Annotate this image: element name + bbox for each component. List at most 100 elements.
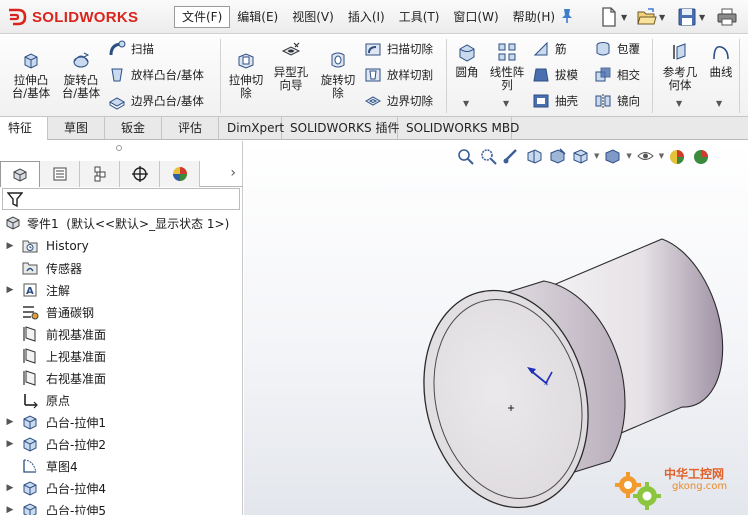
wrap-button[interactable]: 包覆 (594, 38, 640, 60)
solidworks-logo[interactable]: SOLIDWORKS (6, 4, 156, 30)
tree-node[interactable]: ▶ History (0, 235, 243, 257)
revolve-boss-button[interactable]: 旋转凸 台/基体 (56, 49, 106, 100)
tree-node-label: 右视基准面 (46, 371, 107, 386)
tab-dimxpertmanager[interactable] (120, 161, 160, 187)
expand-arrow-icon[interactable]: ▶ (0, 483, 20, 493)
expand-arrow-icon[interactable]: ▶ (0, 417, 20, 427)
pin-menu-icon[interactable] (560, 8, 574, 24)
intersect-button[interactable]: 相交 (594, 64, 640, 86)
expand-arrow-icon[interactable]: ▶ (0, 241, 20, 251)
tree-node[interactable]: ▶ A 注解 (0, 279, 243, 301)
tree-node[interactable]: 传感器 (0, 257, 243, 279)
feature-tree-icon (13, 167, 27, 182)
loft-boss-button[interactable]: 放样凸台/基体 (108, 64, 204, 86)
extrude-feature-icon (23, 503, 37, 515)
lofted-cut-label: 放样切割 (387, 68, 433, 82)
print-button[interactable] (716, 5, 738, 29)
swept-cut-button[interactable]: 扫描切除 (364, 38, 433, 60)
appearance-icon (172, 167, 187, 181)
expand-arrow-icon[interactable]: ▶ (0, 285, 20, 295)
tree-node-label: 凸台-拉伸2 (46, 437, 106, 452)
tree-node-label: 注解 (46, 283, 71, 298)
tree-node-label: 凸台-拉伸1 (46, 415, 106, 430)
tab-sheet-metal[interactable]: 钣金 (105, 117, 162, 139)
tree-node[interactable]: 右视基准面 (0, 367, 243, 389)
hole-wizard-button[interactable]: 异型孔 向导 (268, 41, 314, 92)
graphics-area[interactable]: ▼ ▼ ▼ * 中华工控网 gkong.com (244, 141, 748, 515)
reference-geometry-button[interactable]: 参考几 何体 (656, 41, 704, 92)
chevron-down-icon[interactable]: ▼ (503, 99, 509, 108)
revolve-cut-button[interactable]: 旋转切 除 (316, 49, 360, 100)
ribbon-separator (739, 39, 740, 113)
tab-propertymanager[interactable] (40, 161, 80, 187)
fillet-button[interactable]: 圆角 (450, 41, 484, 79)
tree-node[interactable]: ▶ 凸台-拉伸1 (0, 411, 243, 433)
extrude-boss-icon (24, 53, 38, 69)
save-button[interactable]: ▼ (676, 5, 705, 29)
tree-filter[interactable] (2, 188, 240, 210)
chevron-down-icon[interactable]: ▼ (676, 99, 682, 108)
boundary-boss-button[interactable]: 边界凸台/基体 (108, 90, 204, 112)
linear-pattern-button[interactable]: 线性阵 列 (486, 41, 528, 92)
extrude-feature-icon (23, 481, 37, 496)
tab-features[interactable]: 特征 (0, 117, 48, 140)
tab-dimxpert[interactable]: DimXpert (219, 117, 284, 139)
menu-help[interactable]: 帮助(H) (506, 6, 562, 28)
tree-node[interactable]: ▶ 凸台-拉伸5 (0, 499, 243, 515)
mirror-button[interactable]: 镜向 (594, 90, 640, 112)
tree-node[interactable]: 普通碳钢 (0, 301, 243, 323)
boundary-boss-icon (108, 97, 126, 110)
mirror-label: 镜向 (617, 94, 640, 108)
plane-icon (23, 370, 36, 386)
tree-node[interactable]: 原点 (0, 389, 243, 411)
tree-node[interactable]: ▶ 凸台-拉伸2 (0, 433, 243, 455)
panel-grip[interactable] (116, 145, 122, 151)
menu-view[interactable]: 视图(V) (285, 6, 341, 28)
tree-node[interactable]: 上视基准面 (0, 345, 243, 367)
tab-solidworks-addins[interactable]: SOLIDWORKS 插件 (282, 117, 399, 139)
commandmanager-tabs: 特征 草图 钣金 评估 DimXpert SOLIDWORKS 插件 SOLID… (0, 117, 748, 140)
extrude-boss-button[interactable]: 拉伸凸 台/基体 (6, 49, 56, 100)
tab-solidworks-mbd[interactable]: SOLIDWORKS MBD (398, 117, 519, 139)
lofted-cut-button[interactable]: 放样切割 (364, 64, 433, 86)
curves-button[interactable]: 曲线 (705, 41, 737, 79)
watermark-url: gkong.com (672, 481, 728, 492)
wrap-icon (596, 42, 610, 56)
menu-insert[interactable]: 插入(I) (341, 6, 392, 28)
extrude-cut-button[interactable]: 拉伸切 除 (224, 49, 268, 100)
filter-icon (7, 192, 23, 208)
tab-displaymanager[interactable] (160, 161, 200, 187)
sweep-button[interactable]: 扫描 (108, 38, 154, 60)
expand-arrow-icon[interactable]: ▶ (0, 439, 20, 449)
tree-node[interactable]: 前视基准面 (0, 323, 243, 345)
menu-file[interactable]: 文件(F) (174, 6, 231, 28)
shell-icon (533, 94, 549, 108)
tab-configurationmanager[interactable] (80, 161, 120, 187)
tree-node[interactable]: ▶ 凸台-拉伸4 (0, 477, 243, 499)
tree-node[interactable]: 草图4 (0, 455, 243, 477)
tab-featuremanager[interactable] (0, 161, 40, 187)
new-document-button[interactable]: ▼ (598, 5, 627, 29)
expand-arrow-icon[interactable]: ▶ (0, 505, 20, 515)
boundary-cut-icon (364, 96, 382, 106)
part-root-node[interactable]: 零件1 (默认<<默认>_显示状态 1>) (4, 213, 229, 233)
menu-tools[interactable]: 工具(T) (392, 6, 447, 28)
shell-button[interactable]: 抽壳 (532, 90, 578, 112)
open-document-button[interactable]: ▼ (636, 5, 665, 29)
chevron-down-icon[interactable]: ▼ (716, 99, 722, 108)
chevron-down-icon[interactable]: ▼ (463, 99, 469, 108)
draft-button[interactable]: 拔模 (532, 64, 578, 86)
tab-evaluate[interactable]: 评估 (162, 117, 219, 139)
menu-edit[interactable]: 编辑(E) (230, 6, 285, 28)
revolve-boss-icon (73, 52, 90, 68)
revolve-cut-icon (331, 52, 345, 68)
menu-window[interactable]: 窗口(W) (446, 6, 505, 28)
extrude-cut-label: 拉伸切 除 (228, 73, 264, 100)
chevron-right-icon[interactable]: › (230, 165, 236, 181)
boundary-cut-button[interactable]: 边界切除 (364, 90, 433, 112)
extrude-feature-icon (23, 437, 37, 452)
plane-icon (23, 326, 36, 342)
tab-sketch[interactable]: 草图 (48, 117, 105, 139)
tree-node-label: 原点 (46, 393, 71, 408)
rib-button[interactable]: 筋 (532, 38, 567, 60)
